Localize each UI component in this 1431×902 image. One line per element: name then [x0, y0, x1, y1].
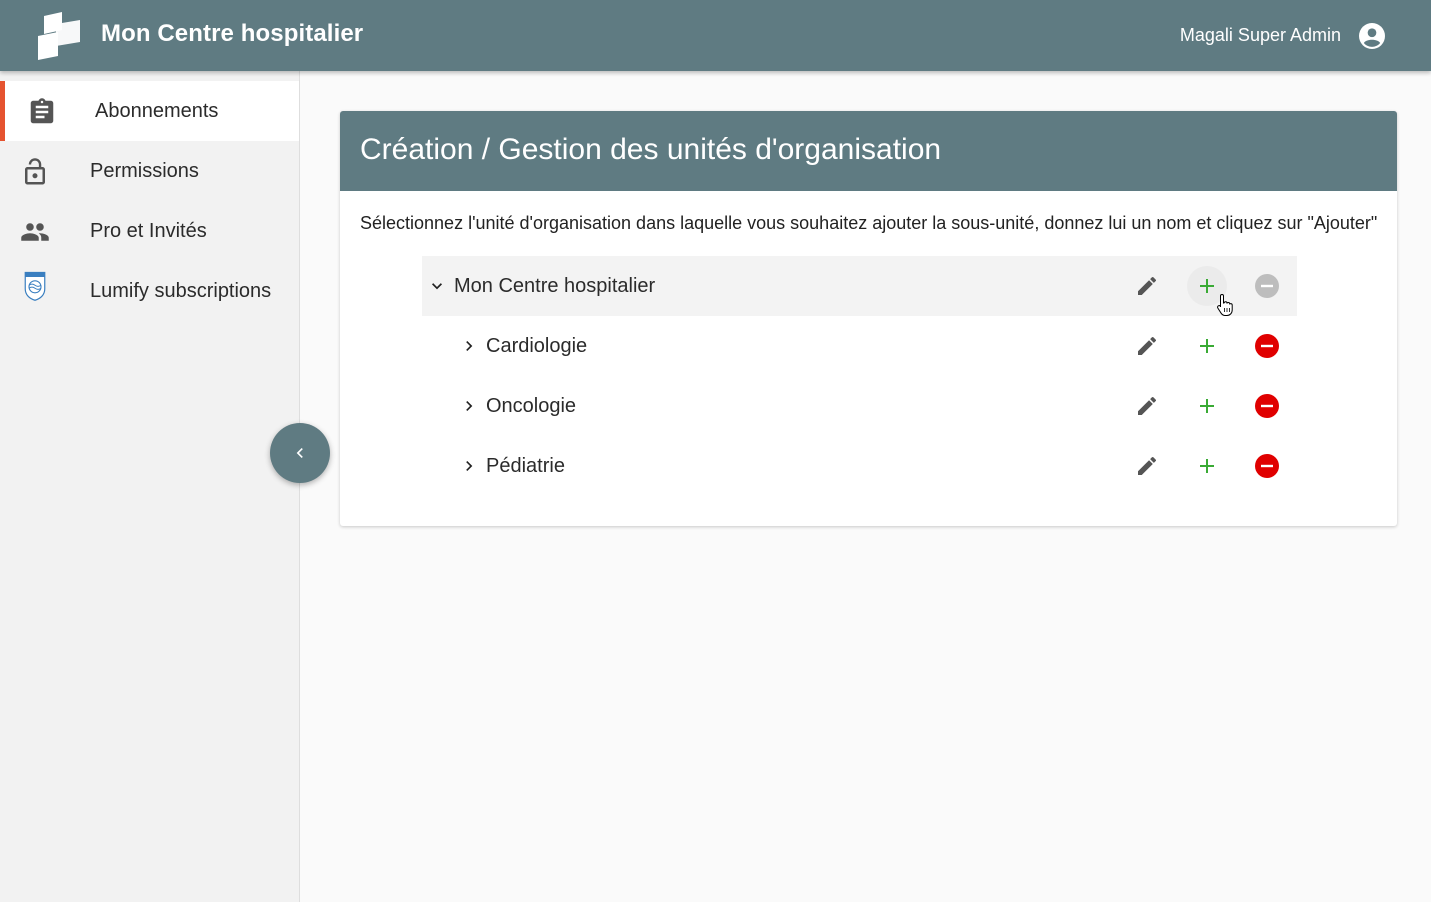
delete-button[interactable] [1247, 386, 1287, 426]
minus-circle-icon [1255, 334, 1279, 358]
tree-node-name[interactable]: Mon Centre hospitalier [454, 275, 655, 298]
plus-icon [1200, 459, 1214, 473]
tree-node-name[interactable]: Pédiatrie [486, 455, 565, 478]
org-units-card: Création / Gestion des unités d'organisa… [340, 111, 1397, 526]
delete-button[interactable] [1247, 326, 1287, 366]
edit-button[interactable] [1127, 326, 1167, 366]
app-title: Mon Centre hospitalier [101, 20, 364, 47]
chevron-right-icon[interactable] [459, 336, 479, 356]
delete-button-disabled [1247, 266, 1287, 306]
sidebar-item-label: Lumify subscriptions [90, 280, 272, 302]
add-button[interactable] [1187, 326, 1227, 366]
plus-icon [1200, 399, 1214, 413]
pencil-icon [1138, 276, 1156, 295]
sidebar-item-label: Abonnements [95, 100, 219, 122]
edit-button[interactable] [1127, 446, 1167, 486]
tree-row[interactable]: Pédiatrie [422, 436, 1297, 496]
minus-circle-icon [1255, 454, 1279, 478]
card-description: Sélectionnez l'unité d'organisation dans… [360, 213, 1378, 233]
add-button[interactable] [1187, 446, 1227, 486]
edit-button[interactable] [1127, 266, 1167, 306]
sidebar-item-lumify-subscriptions[interactable]: Lumify subscriptions [0, 261, 299, 321]
chevron-right-icon[interactable] [459, 456, 479, 476]
tree-row-root[interactable]: Mon Centre hospitalier [422, 256, 1297, 316]
stacked-pages-logo-icon [38, 12, 80, 60]
account-circle-icon[interactable] [1359, 23, 1385, 49]
tree-row[interactable]: Oncologie [422, 376, 1297, 436]
top-app-bar: Mon Centre hospitalier Magali Super Admi… [0, 0, 1431, 71]
plus-icon [1200, 339, 1214, 353]
minus-circle-icon [1255, 274, 1279, 298]
sidebar-item-label: Pro et Invités [90, 220, 207, 242]
pencil-icon [1138, 396, 1156, 415]
pencil-icon [1138, 336, 1156, 355]
user-name[interactable]: Magali Super Admin [1180, 25, 1341, 46]
collapse-sidebar-button[interactable] [270, 423, 330, 483]
tree-node-name[interactable]: Oncologie [486, 395, 576, 418]
chevron-left-icon [296, 448, 303, 458]
sidebar-item-abonnements[interactable]: Abonnements [0, 81, 299, 141]
sidebar-item-permissions[interactable]: Permissions [0, 141, 299, 201]
tree-row[interactable]: Cardiologie [422, 316, 1297, 376]
chevron-right-icon[interactable] [459, 396, 479, 416]
delete-button[interactable] [1247, 446, 1287, 486]
edit-button[interactable] [1127, 386, 1167, 426]
sidebar: Abonnements Permissions Pro et Invités L… [0, 71, 300, 902]
chevron-down-icon[interactable] [427, 276, 447, 296]
people-icon [21, 223, 49, 241]
clipboard-icon [30, 98, 54, 124]
lock-icon [25, 158, 45, 185]
sidebar-item-pro-invites[interactable]: Pro et Invités [0, 201, 299, 261]
card-title: Création / Gestion des unités d'organisa… [340, 111, 1397, 191]
tree-node-name[interactable]: Cardiologie [486, 335, 587, 358]
minus-circle-icon [1255, 394, 1279, 418]
philips-shield-icon [24, 271, 46, 301]
pencil-icon [1138, 456, 1156, 475]
hand-cursor-icon [1217, 293, 1233, 316]
sidebar-item-label: Permissions [90, 160, 199, 182]
add-button[interactable] [1187, 386, 1227, 426]
